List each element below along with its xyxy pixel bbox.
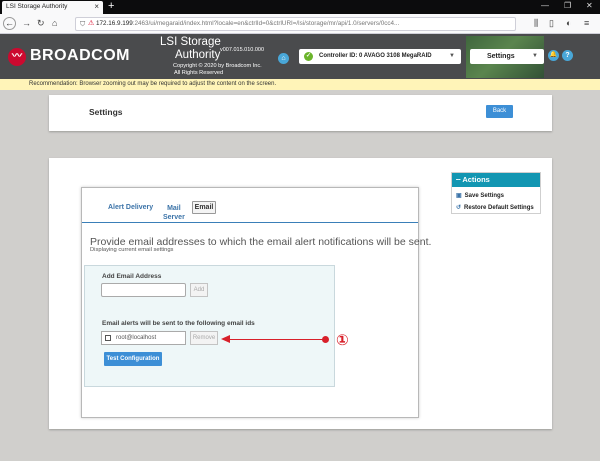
email-subheading: Displaying current email settings: [90, 247, 174, 253]
browser-nav-bar: ← → ↻ ⌂ ⛉ ⚠ 172.16.9.199:2463/ui/megarai…: [0, 14, 600, 34]
home-icon[interactable]: ⌂: [278, 53, 289, 64]
broadcom-logo-text: BROADCOM: [30, 47, 130, 64]
save-icon: ▣: [456, 193, 462, 199]
restore-defaults-action[interactable]: ↺ Restore Default Settings: [456, 204, 534, 211]
browser-forward-icon[interactable]: →: [22, 18, 31, 28]
reader-icon[interactable]: ◐: [566, 18, 571, 28]
menu-icon[interactable]: ≡: [584, 18, 589, 28]
add-email-label: Add Email Address: [102, 273, 162, 280]
address-bar[interactable]: ⛉ ⚠ 172.16.9.199:2463/ui/megaraid/index.…: [75, 17, 516, 31]
annotation-number: ①: [336, 331, 349, 349]
annotation-arrowhead: [221, 335, 230, 343]
product-name-line1: LSI Storage: [160, 36, 221, 48]
browser-home-icon[interactable]: ⌂: [52, 18, 57, 28]
close-tab-icon[interactable]: ×: [94, 2, 99, 11]
url-host: 172.16.9.199: [96, 20, 133, 27]
product-name: LSI Storage Authority: [160, 36, 221, 62]
settings-tabs: Alert Delivery Mail Server Email: [82, 188, 418, 223]
save-settings-action[interactable]: ▣ Save Settings: [456, 192, 504, 199]
settings-select-label: Settings: [487, 53, 515, 60]
check-icon: ✓: [304, 52, 313, 61]
add-button[interactable]: Add: [190, 283, 208, 297]
browser-tab[interactable]: LSI Storage Authority ×: [2, 1, 103, 14]
help-icon[interactable]: ?: [562, 50, 573, 61]
settings-header-panel: Settings Back: [49, 95, 552, 131]
actions-header[interactable]: ╌ Actions: [452, 173, 540, 187]
window-close-icon[interactable]: ✕: [586, 1, 593, 10]
test-configuration-button[interactable]: Test Configuration: [104, 352, 162, 366]
url-path: :2463/ui/megaraid/index.html?locale=en&c…: [132, 20, 400, 27]
annotation-dot: [322, 336, 329, 343]
restore-icon: ↺: [456, 205, 462, 211]
chevron-down-icon: ▼: [532, 53, 538, 59]
browser-tab-bar: LSI Storage Authority × + — ❐ ✕: [0, 0, 600, 14]
tab-mail-server[interactable]: Mail Server: [163, 204, 185, 222]
tab-email[interactable]: Email: [192, 201, 216, 214]
annotation-arrow-line: [229, 339, 325, 340]
version-label: v007.015.010.000: [220, 47, 265, 53]
tab-alert-delivery[interactable]: Alert Delivery: [108, 204, 153, 211]
shield-icon: ⛉: [80, 21, 86, 28]
controller-select-label: Controller ID: 0 AVAGO 3108 MegaRAID: [319, 53, 432, 59]
email-list-item: root@localhost: [101, 331, 186, 345]
insecure-lock-icon[interactable]: ⚠: [88, 18, 94, 30]
copyright-line2: All Rights Reserved: [174, 70, 224, 76]
browser-back-icon[interactable]: ←: [3, 17, 16, 30]
email-list-label: Email alerts will be sent to the followi…: [102, 320, 255, 327]
tab-mail-server-line2: Server: [163, 214, 185, 221]
maximize-icon[interactable]: ❐: [564, 1, 571, 10]
minimize-icon[interactable]: —: [541, 1, 549, 10]
recommendation-banner: Recommendation: Browser zooming out may …: [0, 79, 600, 90]
controller-select[interactable]: ✓ Controller ID: 0 AVAGO 3108 MegaRAID ▼: [299, 49, 461, 64]
actions-title: Actions: [462, 175, 490, 184]
remove-button[interactable]: Remove: [190, 331, 218, 345]
new-tab-icon[interactable]: +: [108, 0, 114, 13]
email-form-panel: Add Email Address Add Email alerts will …: [84, 265, 335, 387]
email-checkbox[interactable]: [105, 335, 111, 341]
tab-mail-server-line1: Mail: [167, 205, 181, 212]
save-settings-label: Save Settings: [464, 193, 505, 199]
chevron-down-icon: ▼: [449, 53, 455, 59]
back-button[interactable]: Back: [486, 105, 513, 118]
notification-icon[interactable]: 🔔: [548, 50, 559, 61]
broadcom-logo-icon: 〰: [8, 48, 26, 66]
actions-panel: ╌ Actions ▣ Save Settings ↺ Restore Defaul…: [451, 172, 541, 214]
sidebar-icon[interactable]: ▯: [549, 18, 554, 29]
copyright-line1: Copyright © 2020 by Broadcom Inc.: [173, 63, 262, 69]
product-name-line2: Authority: [175, 49, 221, 61]
email-settings-box: Alert Delivery Mail Server Email Provide…: [81, 187, 431, 418]
add-email-input[interactable]: [101, 283, 186, 297]
settings-select[interactable]: Settings ▼: [470, 49, 544, 64]
copyright: Copyright © 2020 by Broadcom Inc. All Ri…: [173, 63, 262, 77]
email-address: root@localhost: [116, 335, 157, 341]
page-title: Settings: [89, 107, 123, 117]
browser-tab-title: LSI Storage Authority: [6, 3, 68, 10]
restore-defaults-label: Restore Default Settings: [464, 205, 534, 211]
library-icon[interactable]: ⫼: [534, 18, 538, 29]
reload-icon[interactable]: ↻: [37, 18, 45, 29]
